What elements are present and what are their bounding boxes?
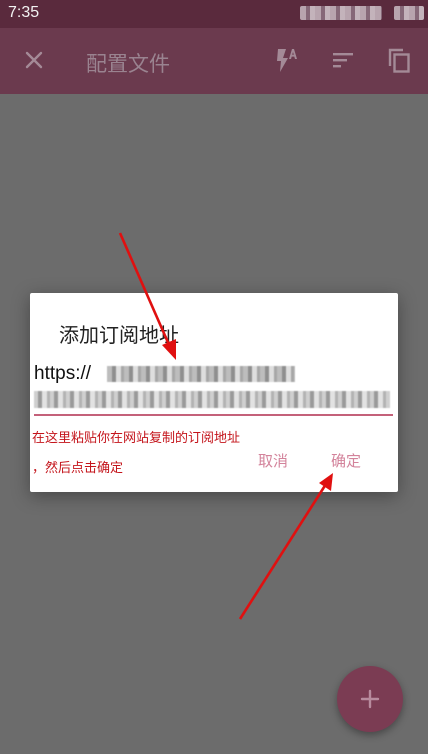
ok-button[interactable]: 确定 — [326, 450, 366, 472]
input-underline — [34, 414, 393, 416]
copy-button[interactable] — [383, 44, 415, 76]
dialog-title: 添加订阅地址 — [59, 323, 179, 347]
page-title: 配置文件 — [86, 52, 170, 76]
status-icons-redacted — [300, 6, 382, 20]
add-fab-button[interactable] — [337, 666, 403, 732]
status-battery-redacted — [394, 6, 424, 20]
status-bar: 7:35 — [0, 0, 428, 28]
copy-icon — [388, 48, 410, 73]
status-time: 7:35 — [8, 4, 40, 21]
app-bar: 配置文件 — [0, 28, 428, 94]
sort-button[interactable] — [327, 44, 359, 76]
close-icon — [25, 51, 43, 69]
flash-auto-button[interactable] — [270, 44, 302, 76]
subscription-url-input[interactable]: https:// — [34, 361, 394, 413]
arrow-to-ok-button — [238, 473, 333, 620]
url-prefix-text: https:// — [34, 363, 92, 384]
cancel-button[interactable]: 取消 — [253, 450, 293, 472]
annotation-text-line-2: ，然后点击确定 — [32, 461, 124, 476]
close-button[interactable] — [18, 44, 50, 76]
sort-icon — [333, 53, 353, 68]
url-redacted-line-2 — [34, 391, 390, 408]
url-redacted-line-1 — [107, 366, 295, 382]
plus-icon — [360, 689, 380, 709]
flash-auto-icon — [277, 49, 297, 72]
annotation-text-line-1: 在这里粘贴你在网站复制的订阅地址 — [32, 431, 241, 446]
